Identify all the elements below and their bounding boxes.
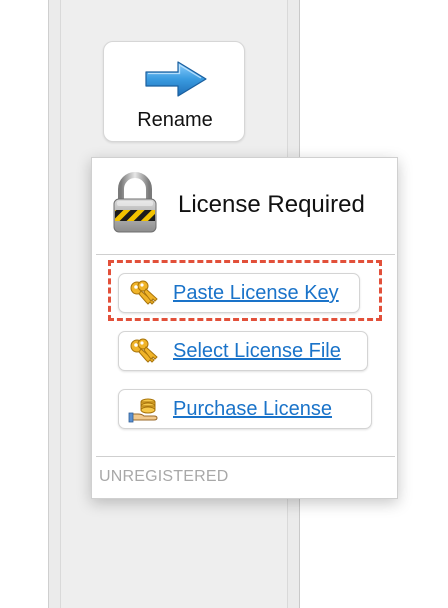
select-license-file-label: Select License File bbox=[173, 340, 341, 362]
arrow-right-icon bbox=[145, 61, 207, 97]
left-gutter bbox=[0, 0, 48, 608]
header-divider bbox=[96, 254, 395, 255]
padlock-icon bbox=[113, 172, 157, 233]
keys-icon bbox=[130, 280, 158, 305]
registration-status: UNREGISTERED bbox=[99, 468, 229, 485]
license-title: License Required bbox=[178, 191, 365, 218]
license-header: License Required bbox=[92, 158, 397, 254]
paste-license-key-label: Paste License Key bbox=[173, 282, 339, 304]
rename-label: Rename bbox=[137, 109, 213, 131]
keys-icon bbox=[130, 338, 158, 363]
paste-license-key-button[interactable]: Paste License Key bbox=[118, 273, 360, 313]
purchase-license-label: Purchase License bbox=[173, 398, 332, 420]
footer-divider bbox=[96, 456, 395, 457]
rename-button[interactable]: Rename bbox=[103, 41, 245, 142]
select-license-file-button[interactable]: Select License File bbox=[118, 331, 368, 371]
coins-hand-icon bbox=[128, 398, 158, 423]
license-popover: License Required Paste License Key Selec… bbox=[91, 157, 398, 499]
purchase-license-button[interactable]: Purchase License bbox=[118, 389, 372, 429]
